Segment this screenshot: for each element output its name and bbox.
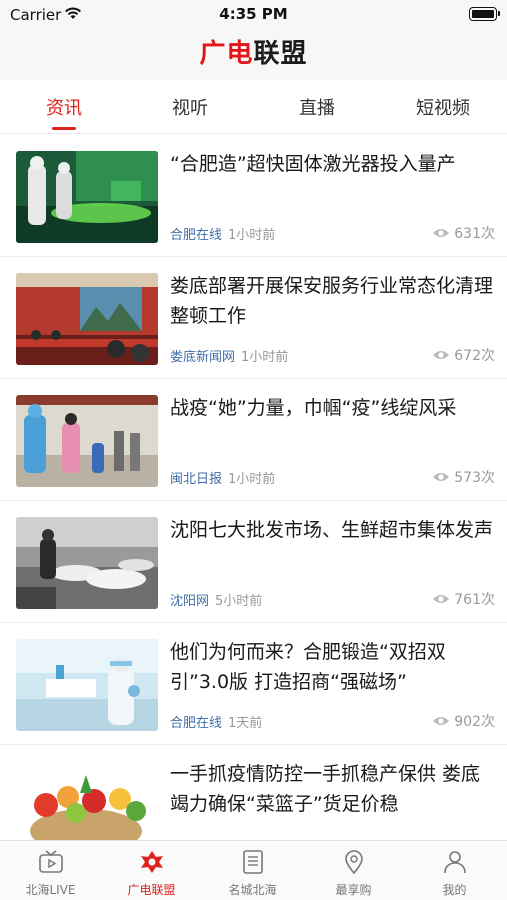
status-bar: Carrier 4:35 PM [0,0,507,30]
article-source: 沈阳网 [170,594,210,609]
tab-live[interactable]: 直播 [262,94,372,120]
active-tab-indicator [52,127,76,130]
tabbar-label: 最享购 [335,883,372,897]
tabbar-item-beihai-live[interactable]: 北海LIVE [0,849,101,898]
list-item[interactable]: “合肥造”超快固体激光器投入量产 合肥在线 1小时前 631次 [0,135,507,257]
tabbar-label: 名城北海 [228,883,277,897]
location-icon [344,850,363,875]
app-header: 广电联盟 [0,30,507,80]
article-source: 合肥在线 [170,228,223,243]
article-title: 他们为何而来？合肥锻造“双招双引”3.0版 打造招商“强磁场” [170,641,446,693]
article-source: 合肥在线 [170,716,223,731]
tabbar-item-shopping[interactable]: 最享购 [303,849,404,898]
article-meta: 合肥在线 1天前 [170,712,262,731]
article-thumbnail [16,639,158,731]
article-thumbnail [16,517,158,609]
eye-icon [433,473,450,481]
tab-news[interactable]: 资讯 [9,94,119,120]
article-meta: 沈阳网 5小时前 [170,590,262,609]
article-meta: 闽北日报 1小时前 [170,468,275,487]
document-icon [242,850,263,874]
article-title: 娄底部署开展保安服务行业常态化清理整顿工作 [170,275,494,327]
eye-icon [433,229,450,237]
article-time: 1小时前 [228,228,276,243]
person-icon [443,851,466,874]
article-meta: 娄底新闻网 1小时前 [170,346,288,365]
article-source: 娄底新闻网 [170,350,236,365]
view-count: 902次 [432,711,495,731]
article-time: 1小时前 [241,350,289,365]
tab-audiovisual[interactable]: 视听 [135,94,245,120]
list-item[interactable]: 沈阳七大批发市场、生鲜超市集体发声 沈阳网 5小时前 761次 [0,501,507,623]
article-thumbnail [16,273,158,365]
article-title: 沈阳七大批发市场、生鲜超市集体发声 [170,519,494,541]
article-time: 5小时前 [215,594,263,609]
view-count: 672次 [432,345,495,365]
tabbar-label: 北海LIVE [25,883,76,897]
list-item[interactable]: 一手抓疫情防控一手抓稳产保供 娄底竭力确保“菜篮子”货足价稳 [0,745,507,840]
eye-icon [433,595,450,603]
list-item[interactable]: 战疫“她”力量，巾帼“疫”线绽风采 闽北日报 1小时前 573次 [0,379,507,501]
tv-icon [38,850,63,873]
eye-icon [433,351,450,359]
view-count: 761次 [432,589,495,609]
article-meta: 合肥在线 1小时前 [170,224,275,243]
article-thumbnail [16,395,158,487]
tabbar-item-mine[interactable]: 我的 [404,849,505,898]
article-title: 一手抓疫情防控一手抓稳产保供 娄底竭力确保“菜篮子”货足价稳 [170,763,481,815]
tab-short-video[interactable]: 短视频 [388,94,498,120]
view-count: 631次 [432,223,495,243]
article-thumbnail [16,761,158,840]
category-tabs: 资讯 视听 直播 短视频 [0,80,507,134]
alliance-icon [140,851,163,873]
tabbar-item-alliance[interactable]: 广电联盟 [101,849,202,898]
battery-icon [469,7,500,21]
article-list: “合肥造”超快固体激光器投入量产 合肥在线 1小时前 631次 娄底部署开展保安服… [0,135,507,840]
article-source: 闽北日报 [170,472,223,487]
tabbar-label: 我的 [442,883,467,897]
article-thumbnail [16,151,158,243]
article-time: 1小时前 [228,472,276,487]
view-count: 573次 [432,467,495,487]
article-time: 1天前 [228,716,263,731]
eye-icon [433,717,450,725]
app-logo: 广电联盟 [199,39,308,69]
list-item[interactable]: 娄底部署开展保安服务行业常态化清理整顿工作 娄底新闻网 1小时前 672次 [0,257,507,379]
tabbar-item-famous-city[interactable]: 名城北海 [202,849,303,898]
list-item[interactable]: 他们为何而来？合肥锻造“双招双引”3.0版 打造招商“强磁场” 合肥在线 1天前 … [0,623,507,745]
tabbar-label: 广电联盟 [127,883,176,897]
article-title: “合肥造”超快固体激光器投入量产 [170,153,456,175]
clock: 4:35 PM [219,5,288,23]
bottom-tab-bar: 北海LIVE 广电联盟 名城北海 最享购 我的 [0,840,507,900]
article-title: 战疫“她”力量，巾帼“疫”线绽风采 [170,397,457,419]
